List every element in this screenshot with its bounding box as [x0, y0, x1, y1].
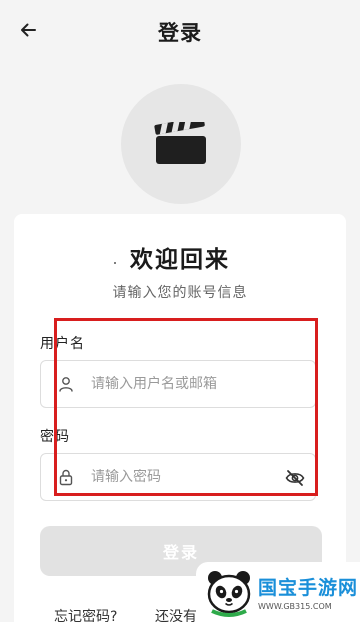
watermark-name: 国宝手游网: [258, 577, 359, 599]
page-title: 登录: [158, 21, 202, 45]
app-logo: [121, 84, 241, 204]
header: 登录: [0, 0, 360, 64]
welcome-subtitle: 请输入您的账号信息: [112, 285, 248, 301]
username-input[interactable]: [91, 376, 271, 392]
password-label: 密码: [40, 429, 70, 445]
panda-logo: [207, 571, 251, 617]
password-input[interactable]: [91, 469, 271, 485]
eye-off-icon: [285, 470, 305, 486]
register-link[interactable]: 还没有: [155, 606, 197, 622]
password-field: [40, 453, 316, 501]
username-field: [40, 360, 316, 408]
user-icon: [41, 375, 91, 393]
welcome-heading: 欢迎回来: [130, 247, 230, 273]
username-label: 用户名: [40, 336, 85, 352]
watermark: 国宝手游网 WWW.GB315.COM: [196, 562, 360, 622]
toggle-password-visibility[interactable]: [283, 466, 307, 490]
lock-icon: [41, 468, 91, 486]
clapperboard-icon: [154, 122, 206, 164]
watermark-url: WWW.GB315.COM: [258, 602, 332, 611]
forgot-password-link[interactable]: 忘记密码?: [54, 606, 117, 622]
